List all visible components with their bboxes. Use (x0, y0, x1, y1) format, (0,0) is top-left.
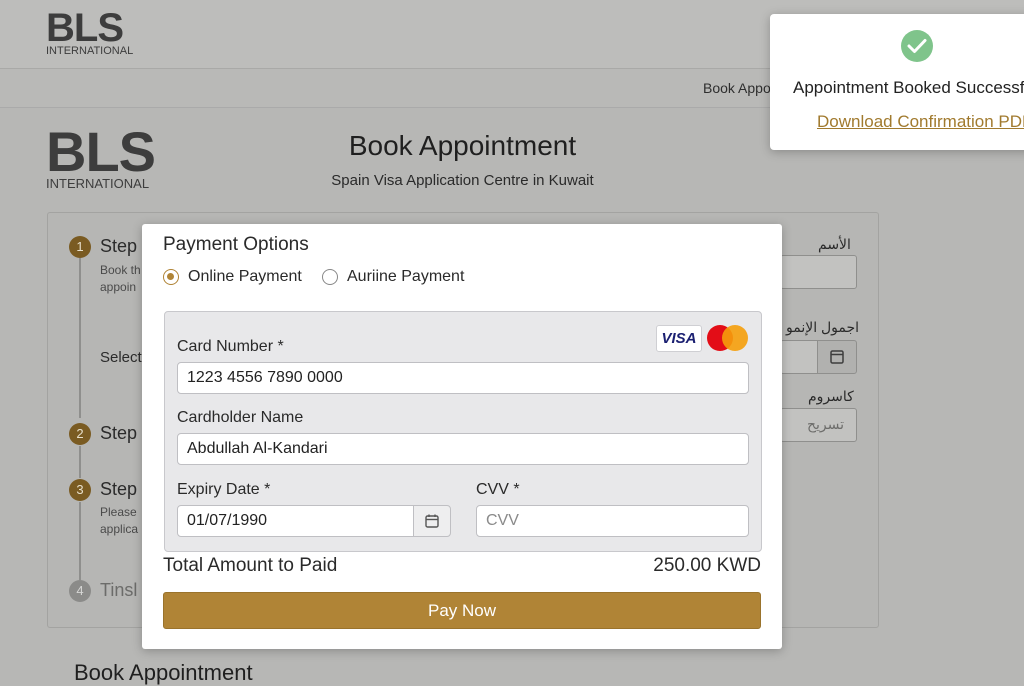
page-title: Book Appointment (348, 130, 577, 161)
required-mark: * (264, 481, 271, 498)
total-amount-value: 250.00 KWD (653, 555, 761, 576)
cardholder-label: Cardholder Name (177, 409, 304, 426)
toast-message: Appointment Booked Successful (793, 78, 1024, 97)
total-amount-label: Total Amount to Paid (163, 555, 338, 576)
bls-logo-header[interactable]: BLS INTERNATIONAL (46, 8, 133, 57)
radio-unselected-icon[interactable] (322, 269, 338, 285)
required-mark: * (277, 338, 284, 355)
payment-modal: Payment Options Online Payment Auriine P… (142, 224, 782, 649)
pay-now-button[interactable]: Pay Now (163, 592, 761, 629)
step-connector (79, 502, 81, 580)
calendar-icon[interactable] (413, 505, 451, 537)
expiry-label: Expiry Date * (177, 481, 270, 499)
step-connector (79, 258, 81, 418)
field3-placeholder-ar: تسريح (807, 416, 845, 432)
card-number-input[interactable]: 1223 4556 7890 0000 (177, 362, 749, 394)
step-3-desc: Please (100, 505, 137, 519)
date-field-ar[interactable] (780, 340, 820, 374)
radio-offline-label: Auriine Payment (347, 268, 465, 285)
bottom-section-title: Book Appointment (74, 660, 253, 685)
cvv-input[interactable]: CVV (476, 505, 749, 537)
cvv-label: CVV * (476, 481, 520, 499)
radio-online-label: Online Payment (188, 268, 302, 285)
download-pdf-link[interactable]: Download Confirmation PDF (817, 112, 1024, 132)
logo-sub: INTERNATIONAL (46, 176, 150, 191)
step-1-label: Step (100, 236, 138, 256)
step-4-badge: 4 (69, 580, 91, 602)
radio-online-payment[interactable]: Online Payment (163, 268, 302, 286)
step-connector (79, 446, 81, 478)
page-subtitle: Spain Visa Application Centre in Kuwait (331, 172, 594, 189)
logo-mark: BLS (46, 120, 156, 183)
step-1-select[interactable]: Select (100, 349, 142, 366)
step-3-desc: applica (100, 522, 139, 536)
step-1-desc: appoin (100, 280, 137, 294)
card-number-label: Card Number * (177, 338, 284, 356)
name-label-ar: الأسم (818, 236, 851, 252)
expiry-input[interactable]: 01/07/1990 (177, 505, 414, 537)
logo-sub: INTERNATIONAL (46, 45, 134, 57)
card-number-label-text: Card Number (177, 338, 274, 355)
check-icon (901, 30, 933, 62)
date-label-ar: اجمول الإنمو (786, 319, 860, 335)
visa-logo-icon: VISA (656, 325, 702, 352)
card-details-box: VISA Card Number * 1223 4556 7890 0000 C… (164, 311, 762, 552)
expiry-label-text: Expiry Date (177, 481, 260, 498)
radio-selected-icon[interactable] (163, 269, 179, 285)
step-2-label: Step (100, 423, 138, 443)
calendar-icon[interactable] (817, 340, 857, 374)
field3-label-ar: كاسروم (808, 388, 854, 404)
step-1-badge: 1 (69, 236, 91, 258)
name-field-ar[interactable] (780, 255, 857, 289)
step-3-label: Step (100, 479, 138, 499)
cvv-label-text: CVV (476, 481, 509, 498)
step-3-badge: 3 (69, 479, 91, 501)
step-4-label: Tinsl (100, 580, 138, 600)
nav-book-appointment[interactable]: Book Appo (703, 80, 771, 96)
success-toast: Appointment Booked Successful Download C… (770, 14, 1024, 150)
mastercard-logo-icon (707, 324, 751, 352)
payment-options-title: Payment Options (163, 234, 309, 255)
step-2-badge: 2 (69, 423, 91, 445)
required-mark: * (513, 481, 520, 498)
radio-offline-payment[interactable]: Auriine Payment (322, 268, 464, 286)
bls-logo-page: BLS INTERNATIONAL (46, 120, 156, 191)
cardholder-input[interactable]: Abdullah Al-Kandari (177, 433, 749, 465)
step-1-desc: Book th (100, 263, 141, 277)
logo-mark: BLS (46, 6, 124, 50)
